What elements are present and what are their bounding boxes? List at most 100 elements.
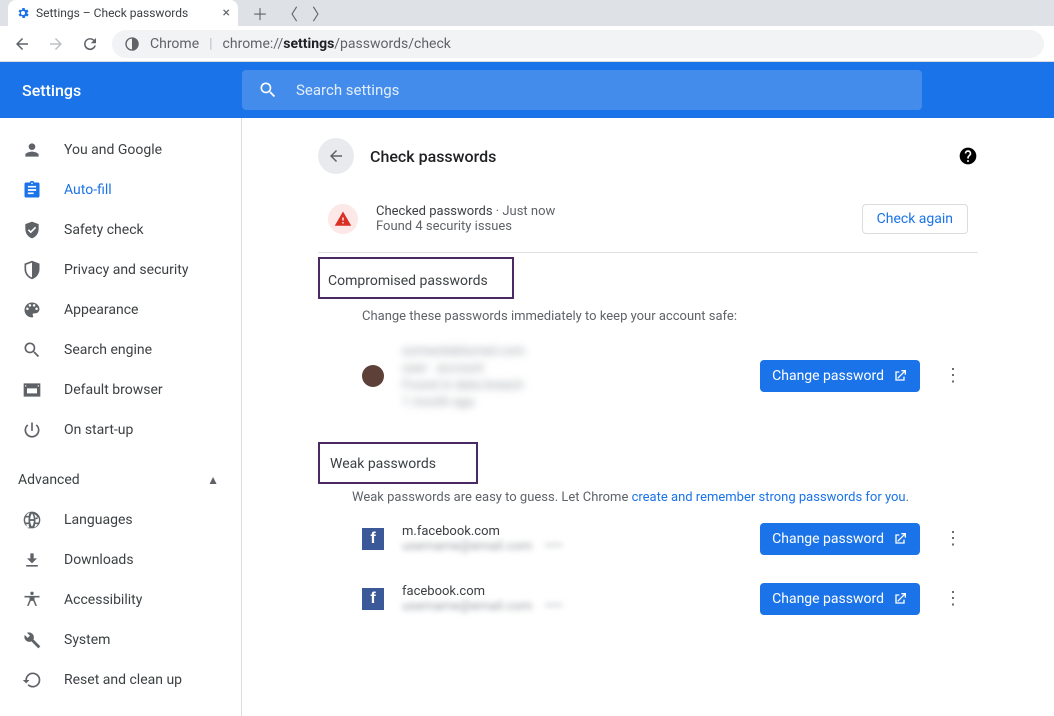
search-icon <box>22 340 42 360</box>
sidebar-item-safety-check[interactable]: Safety check <box>0 210 241 250</box>
weak-entry: m.facebook.com username@email.com •••• C… <box>318 509 978 569</box>
tab-scroll-right[interactable]: 〉 <box>312 1 328 25</box>
back-button[interactable] <box>10 32 34 56</box>
globe-icon <box>22 510 42 530</box>
check-again-button[interactable]: Check again <box>862 204 968 234</box>
compromised-entry: somesiteblurred.com user · account Found… <box>318 328 978 424</box>
sidebar-item-downloads[interactable]: Downloads <box>0 540 241 580</box>
browser-tab-strip: Settings – Check passwords × ＋ 〈 〉 <box>0 0 1054 26</box>
tab-actions: ＋ 〈 〉 <box>238 0 342 26</box>
new-tab-button[interactable]: ＋ <box>252 1 268 25</box>
sidebar: You and Google Auto-fill Safety check Priva… <box>0 118 242 716</box>
change-password-label: Change password <box>772 591 884 607</box>
more-menu-button[interactable]: ⋮ <box>938 531 968 546</box>
sidebar-item-label: Safety check <box>64 222 144 238</box>
restore-icon <box>22 670 42 690</box>
sidebar-item-label: Auto-fill <box>64 182 112 198</box>
browser-icon <box>22 380 42 400</box>
sidebar-item-label: On start-up <box>64 422 133 438</box>
sidebar-item-system[interactable]: System <box>0 620 241 660</box>
weak-desc: Weak passwords are easy to guess. Let Ch… <box>318 484 978 509</box>
sidebar-item-search-engine[interactable]: Search engine <box>0 330 241 370</box>
sidebar-advanced-toggle[interactable]: Advanced▲ <box>0 460 241 500</box>
status-time: · Just now <box>493 204 556 219</box>
power-icon <box>22 420 42 440</box>
reload-button[interactable] <box>78 32 102 56</box>
change-password-label: Change password <box>772 368 884 384</box>
facebook-icon <box>362 588 384 610</box>
site-favicon <box>362 365 384 387</box>
change-password-button[interactable]: Change password <box>760 523 920 555</box>
sidebar-item-auto-fill[interactable]: Auto-fill <box>0 170 241 210</box>
sidebar-item-default-browser[interactable]: Default browser <box>0 370 241 410</box>
sidebar-item-accessibility[interactable]: Accessibility <box>0 580 241 620</box>
person-icon <box>22 140 42 160</box>
omnibox-prefix: Chrome <box>150 36 199 52</box>
search-icon <box>258 80 278 100</box>
omnibox-url: chrome://settings/passwords/check <box>223 36 451 52</box>
shieldcheck-icon <box>22 220 42 240</box>
shield-icon <box>22 260 42 280</box>
gear-icon <box>16 6 30 20</box>
site-info-icon <box>124 36 140 52</box>
url-path: /passwords/check <box>334 36 451 52</box>
more-menu-button[interactable]: ⋮ <box>938 368 968 383</box>
close-icon[interactable]: × <box>223 5 230 21</box>
status-checked: Checked passwords <box>376 204 493 219</box>
url-host: settings <box>283 36 334 52</box>
blurred-detail: user · account <box>402 361 742 376</box>
site-name: facebook.com <box>402 584 742 599</box>
change-password-button[interactable]: Change password <box>760 360 920 392</box>
weak-desc-b: . <box>906 490 909 505</box>
sidebar-item-label: Privacy and security <box>64 262 188 278</box>
sidebar-item-appearance[interactable]: Appearance <box>0 290 241 330</box>
weak-entry: facebook.com username@email.com •••• Cha… <box>318 569 978 629</box>
clipboard-icon <box>22 180 42 200</box>
sidebar-item-label: Downloads <box>64 552 134 568</box>
sidebar-item-you-and-google[interactable]: You and Google <box>0 130 241 170</box>
browser-toolbar: Chrome | chrome://settings/passwords/che… <box>0 26 1054 62</box>
more-menu-button[interactable]: ⋮ <box>938 591 968 606</box>
sidebar-item-label: Appearance <box>64 302 138 318</box>
omnibox[interactable]: Chrome | chrome://settings/passwords/che… <box>112 30 1044 58</box>
change-password-button[interactable]: Change password <box>760 583 920 615</box>
blurred-detail3: 1 month ago <box>402 395 742 410</box>
compromised-heading: Compromised passwords <box>328 273 488 289</box>
tab-scroll-left[interactable]: 〈 <box>282 1 298 25</box>
sidebar-item-label: Default browser <box>64 382 163 398</box>
forward-button[interactable] <box>44 32 68 56</box>
url-scheme: chrome:// <box>223 36 284 52</box>
open-icon <box>892 591 908 607</box>
sidebar-item-languages[interactable]: Languages <box>0 500 241 540</box>
page-back-button[interactable] <box>318 138 354 174</box>
settings-search[interactable] <box>242 70 922 110</box>
search-input[interactable] <box>296 81 906 99</box>
facebook-icon <box>362 528 384 550</box>
status-issues: Found 4 security issues <box>376 219 862 234</box>
sidebar-item-on-start-up[interactable]: On start-up <box>0 410 241 450</box>
change-password-label: Change password <box>772 531 884 547</box>
main-content[interactable]: Check passwords Checked passwords · Just… <box>242 118 1054 716</box>
palette-icon <box>22 300 42 320</box>
tab-title: Settings – Check passwords <box>36 6 217 20</box>
sidebar-item-label: Languages <box>64 512 133 528</box>
weak-desc-link[interactable]: create and remember strong passwords for… <box>632 490 906 505</box>
password-info: somesiteblurred.com user · account Found… <box>402 342 742 410</box>
download-icon <box>22 550 42 570</box>
sidebar-item-label: System <box>64 632 110 648</box>
sidebar-item-label: You and Google <box>64 142 162 158</box>
open-icon <box>892 531 908 547</box>
sidebar-item-privacy-and-security[interactable]: Privacy and security <box>0 250 241 290</box>
sidebar-item-reset-and-clean-up[interactable]: Reset and clean up <box>0 660 241 700</box>
separator: | <box>209 36 212 52</box>
warning-icon <box>328 204 358 234</box>
sidebar-item-label: Accessibility <box>64 592 142 608</box>
compromised-heading-highlight: Compromised passwords <box>318 257 514 299</box>
page-header: Check passwords <box>318 132 978 180</box>
browser-tab[interactable]: Settings – Check passwords × <box>8 0 238 26</box>
blurred-site: somesiteblurred.com <box>402 344 742 359</box>
blurred-username: username@email.com •••• <box>402 599 742 614</box>
help-icon[interactable] <box>958 146 978 166</box>
settings-header: Settings <box>0 62 1054 118</box>
wrench-icon <box>22 630 42 650</box>
